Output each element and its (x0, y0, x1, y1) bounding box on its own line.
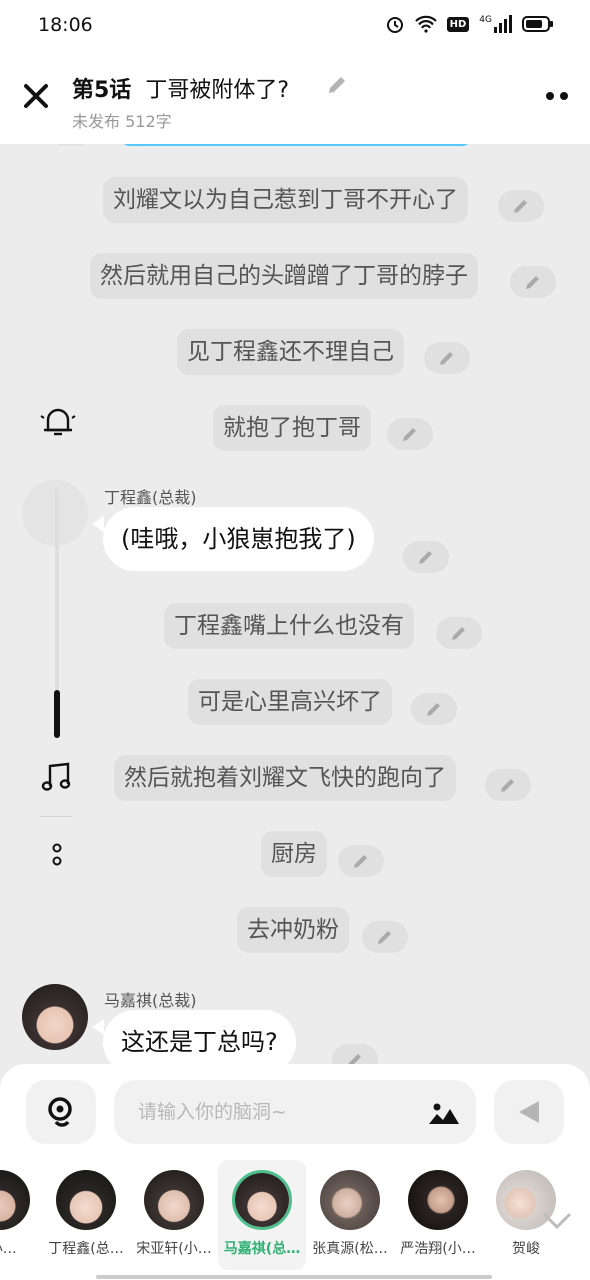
narration-bubble[interactable]: 就抱了抱丁哥 (213, 405, 371, 451)
character-item-selected[interactable]: 马嘉祺(总… (218, 1160, 306, 1270)
send-icon (519, 1101, 539, 1123)
chapter-status: 未发布 512字 (72, 112, 172, 131)
wifi-icon (414, 15, 437, 33)
narration-bubble[interactable]: 可是心里高兴坏了 (188, 679, 392, 725)
character-avatar (232, 1170, 292, 1230)
edit-pencil-icon[interactable] (387, 418, 433, 450)
speaker-name: 丁程鑫(总裁) (104, 488, 197, 507)
character-name: 宋亚轩(小… (136, 1241, 212, 1257)
character-avatar (408, 1170, 468, 1230)
character-name: 贺峻 (512, 1241, 540, 1257)
character-avatar (320, 1170, 380, 1230)
character-avatar (0, 1170, 30, 1230)
bell-icon[interactable] (38, 404, 78, 438)
alarm-icon (386, 17, 403, 33)
character-avatar (144, 1170, 204, 1230)
speaker-name: 马嘉祺(总裁) (104, 991, 197, 1010)
narration-bubble[interactable]: 刘耀文以为自己惹到丁哥不开心了 (103, 177, 468, 223)
send-button[interactable] (494, 1080, 564, 1144)
character-item[interactable]: 丁程鑫(总… (42, 1160, 130, 1270)
edit-pencil-icon[interactable] (332, 1044, 378, 1064)
edit-pencil-icon[interactable] (498, 190, 544, 222)
edit-pencil-icon[interactable] (362, 921, 408, 953)
character-name: 张真源(松… (312, 1241, 388, 1257)
narration-bubble[interactable]: 然后就抱着刘耀文飞快的跑向了 (114, 755, 456, 801)
story-input[interactable] (114, 1080, 476, 1144)
story-chat-area[interactable]: 刘耀文以为自己惹到丁哥不开心了 然后就用自己的头蹭蹭了丁哥的脖子 见丁程鑫还不理… (0, 144, 590, 1064)
edit-pencil-icon[interactable] (436, 617, 482, 649)
character-selector[interactable]: (小… 丁程鑫(总… 宋亚轩(小… 马嘉祺(总… 张真源(松… 严浩翔(小… 贺… (0, 1160, 590, 1270)
narration-bubble[interactable]: 丁程鑫嘴上什么也没有 (164, 603, 414, 649)
chapter-number: 第5话 (72, 78, 132, 103)
dialog-tail (92, 1019, 104, 1035)
composer-panel: (小… 丁程鑫(总… 宋亚轩(小… 马嘉祺(总… 张真源(松… 严浩翔(小… 贺… (0, 1064, 590, 1280)
edit-pencil-icon[interactable] (411, 693, 457, 725)
page-title: 第5话 丁哥被附体了? (72, 72, 289, 104)
editor-header: 第5话 丁哥被附体了? 未发布 512字 (0, 52, 590, 144)
narration-bubble[interactable]: 见丁程鑫还不理自己 (177, 329, 404, 375)
character-avatar (56, 1170, 116, 1230)
character-name: (小… (0, 1241, 17, 1257)
music-icon[interactable] (40, 762, 74, 792)
image-icon[interactable] (428, 1100, 460, 1126)
partial-bubble (54, 144, 88, 146)
more-menu-button[interactable] (546, 92, 568, 100)
edit-pencil-icon[interactable] (424, 342, 470, 374)
edit-pencil-icon[interactable] (403, 541, 449, 573)
edit-pencil-icon[interactable] (510, 266, 556, 298)
character-item[interactable]: 张真源(松… (306, 1160, 394, 1270)
more-options-icon[interactable] (50, 840, 64, 870)
character-item[interactable]: (小… (0, 1160, 44, 1270)
character-name: 丁程鑫(总… (48, 1241, 124, 1257)
network-label: 4G (479, 15, 492, 25)
edit-pencil-icon[interactable] (338, 845, 384, 877)
dialog-tail (92, 516, 104, 532)
battery-icon (522, 16, 553, 32)
toolbar-divider (40, 816, 72, 817)
avatar[interactable] (22, 984, 88, 1050)
partial-bubble (120, 144, 472, 146)
chapter-title: 丁哥被附体了? (145, 78, 289, 103)
character-name: 严浩翔(小… (400, 1241, 476, 1257)
narration-bubble[interactable]: 去冲奶粉 (237, 907, 349, 953)
home-indicator (96, 1275, 492, 1279)
character-name: 马嘉祺(总… (223, 1241, 301, 1257)
voice-icon (48, 1097, 72, 1127)
close-icon[interactable] (22, 82, 50, 110)
status-bar: 18:06 HD 4G (0, 0, 590, 52)
character-item[interactable]: 宋亚轩(小… (130, 1160, 218, 1270)
volume-slider-fill (54, 690, 60, 738)
edit-pencil-icon[interactable] (485, 769, 531, 801)
voice-button[interactable] (26, 1080, 96, 1144)
narration-bubble[interactable]: 厨房 (261, 831, 327, 877)
dialog-bubble[interactable]: (哇哦，小狼崽抱我了) (103, 507, 374, 571)
narration-bubble[interactable]: 然后就用自己的头蹭蹭了丁哥的脖子 (90, 253, 478, 299)
signal-icon: 4G (479, 15, 512, 33)
edit-title-icon[interactable] (326, 74, 348, 96)
dialog-bubble[interactable]: 这还是丁总吗? (103, 1010, 296, 1064)
character-item[interactable]: 严浩翔(小… (394, 1160, 482, 1270)
chevron-down-icon[interactable] (542, 1212, 572, 1230)
status-icons: HD 4G (385, 14, 554, 34)
status-time: 18:06 (38, 14, 93, 36)
hd-badge: HD (446, 16, 470, 32)
